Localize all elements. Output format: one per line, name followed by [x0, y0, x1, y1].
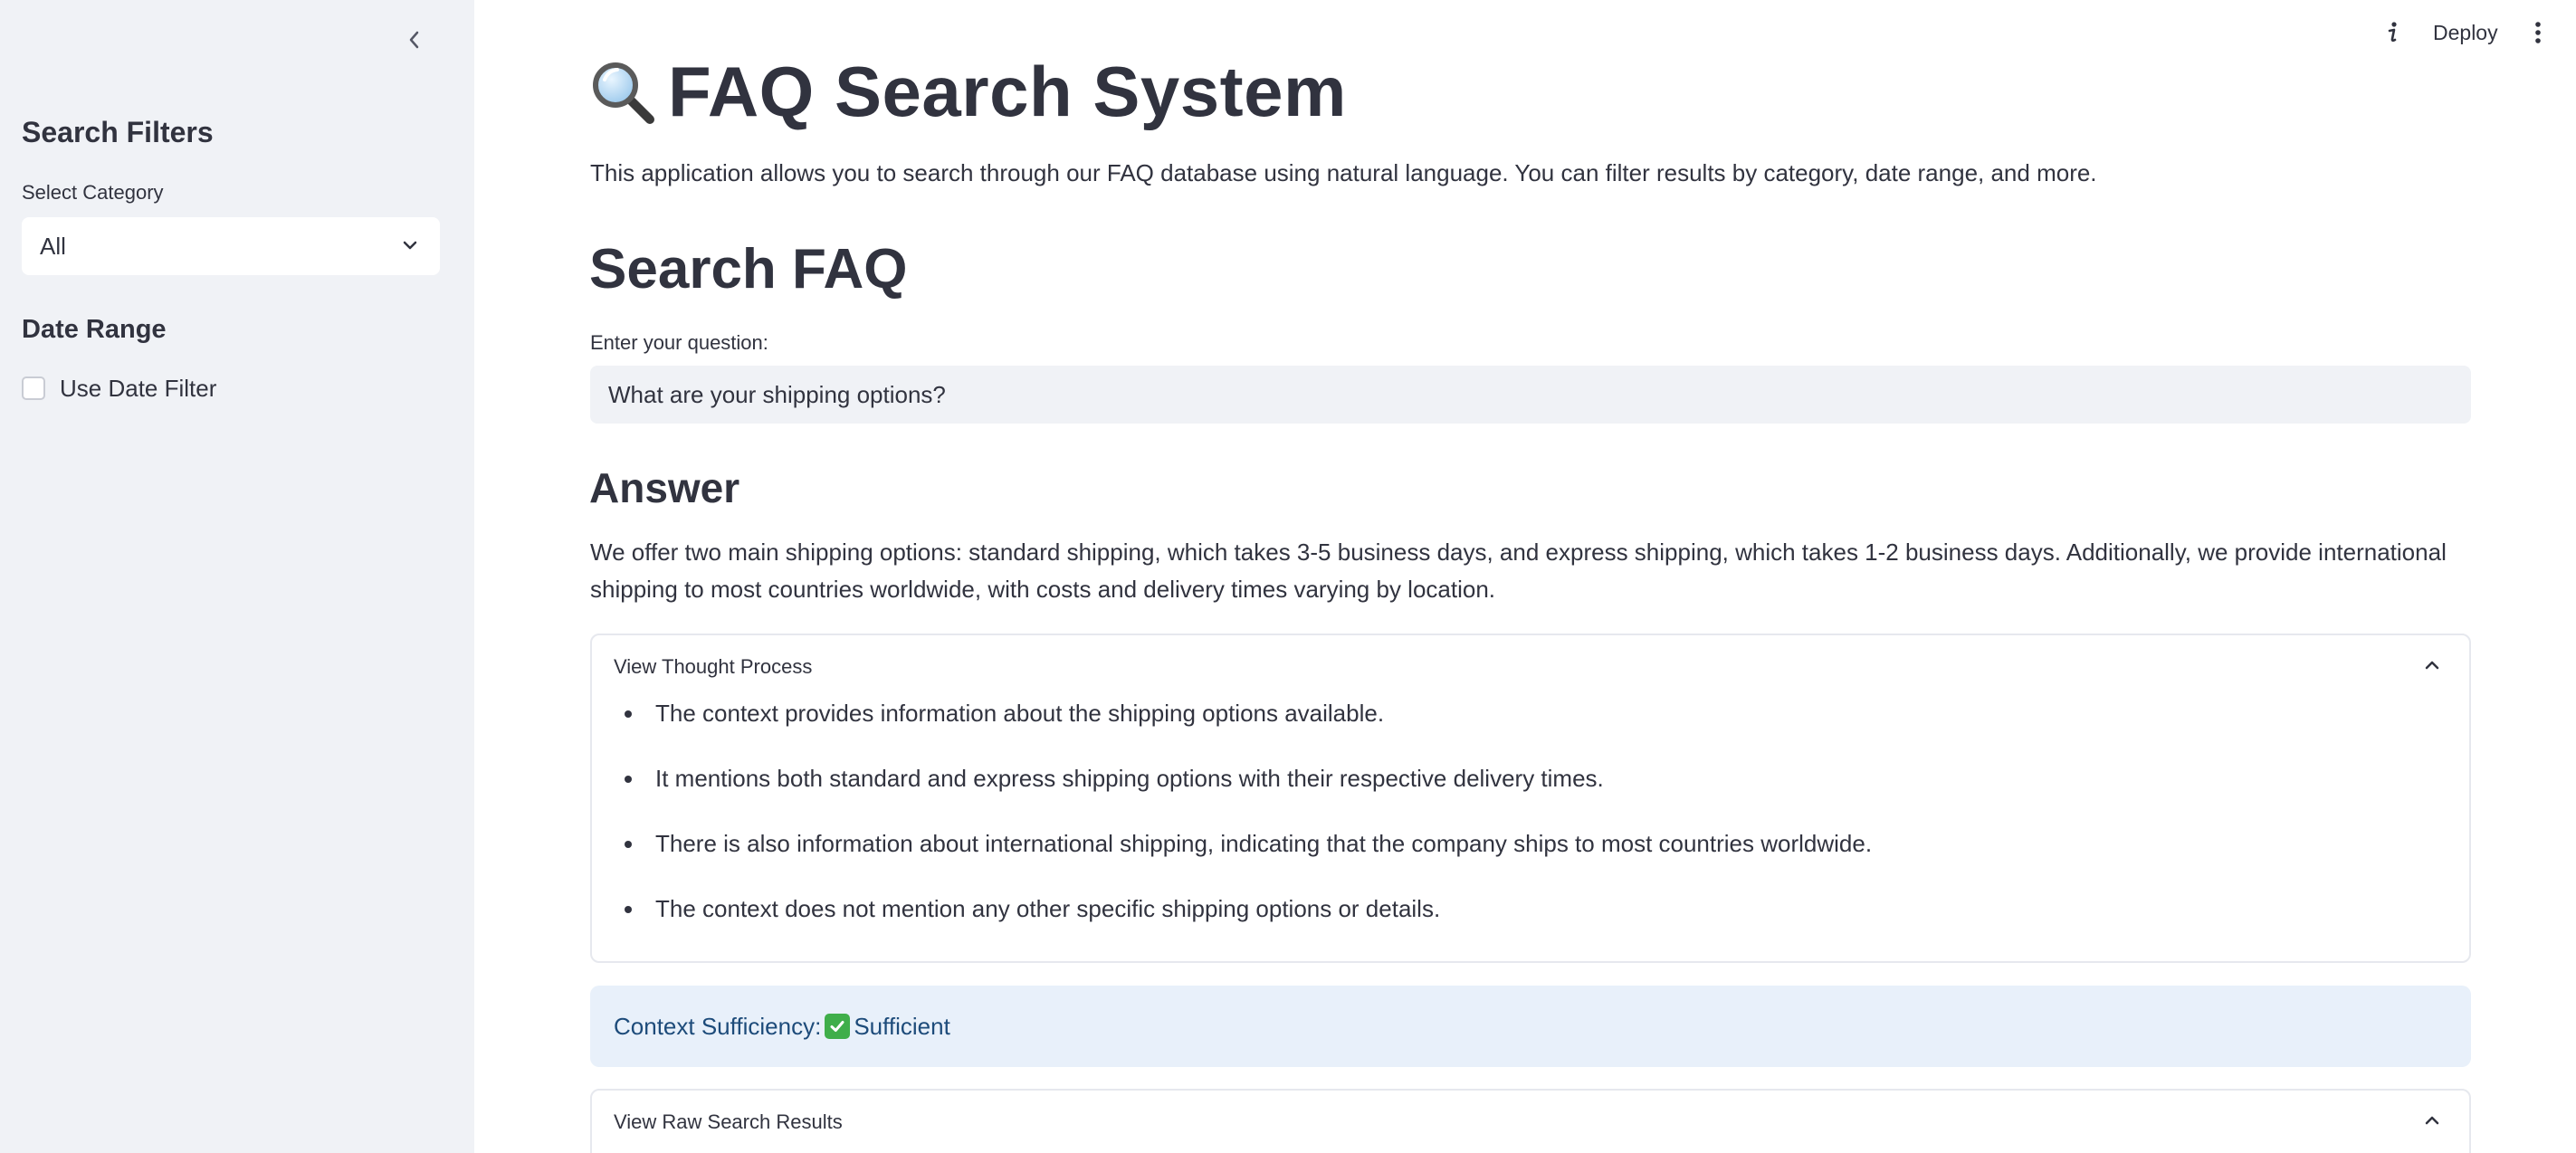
- search-heading: Search FAQ: [589, 238, 908, 300]
- thought-process-expander: View Thought Process The context provide…: [590, 634, 2471, 963]
- deploy-button[interactable]: Deploy: [2433, 16, 2498, 49]
- bullet: [625, 710, 632, 718]
- list-item: The context provides information about t…: [592, 697, 1872, 762]
- answer-text: We offer two main shipping options: stan…: [590, 538, 2447, 603]
- info-button[interactable]: [2377, 16, 2409, 49]
- thought-point: It mentions both standard and express sh…: [655, 765, 1604, 792]
- sufficiency-label: Context Sufficiency:: [614, 1012, 822, 1040]
- date-filter-checkbox[interactable]: [22, 376, 45, 400]
- page-title-text: FAQ Search System: [668, 52, 1347, 131]
- chevron-down-icon: [403, 241, 417, 250]
- date-filter-label: Use Date Filter: [60, 374, 217, 402]
- chevron-up-icon: [2425, 1116, 2439, 1125]
- list-item: It mentions both standard and express sh…: [592, 762, 1872, 827]
- question-input[interactable]: [590, 366, 2471, 424]
- date-filter-checkbox-row[interactable]: Use Date Filter: [22, 373, 216, 404]
- thought-point: The context provides information about t…: [655, 700, 1385, 727]
- list-item: There is also information about internat…: [592, 827, 1872, 892]
- category-selected-value: All: [40, 232, 66, 260]
- sidebar-title: Search Filters: [22, 116, 214, 148]
- intro-text: This application allows you to search th…: [590, 159, 2097, 186]
- info-icon: [2388, 22, 2397, 43]
- raw-results-expander: View Raw Search Results: [590, 1089, 2471, 1153]
- thought-process-expander-header[interactable]: View Thought Process: [592, 635, 2469, 699]
- bullet: [625, 776, 632, 783]
- chevron-left-icon: [409, 31, 419, 49]
- sidebar: Search Filters Select Category All Date …: [0, 0, 474, 1153]
- page-title: FAQ Search System: [588, 51, 1347, 133]
- date-range-title: Date Range: [22, 315, 167, 344]
- collapse-sidebar-button[interactable]: [398, 24, 431, 56]
- thought-point: The context does not mention any other s…: [655, 895, 1441, 922]
- main-menu-button[interactable]: [2525, 16, 2551, 49]
- category-label: Select Category: [22, 181, 164, 204]
- bullet: [625, 906, 632, 913]
- more-vert-icon: [2535, 22, 2541, 43]
- thought-process-list: The context provides information about t…: [592, 697, 1872, 958]
- magnifier-icon: [588, 58, 657, 127]
- bullet: [625, 841, 632, 848]
- context-sufficiency-alert: Context Sufficiency: Sufficient: [590, 986, 2471, 1067]
- answer-heading: Answer: [589, 464, 740, 511]
- app-root: Search Filters Select Category All Date …: [0, 0, 2576, 1153]
- chevron-up-icon: [2425, 661, 2439, 670]
- thought-point: There is also information about internat…: [655, 830, 1873, 857]
- category-select[interactable]: All: [22, 217, 440, 275]
- raw-results-expander-header[interactable]: View Raw Search Results: [592, 1091, 2469, 1153]
- thought-process-label: View Thought Process: [614, 655, 813, 678]
- check-icon: [825, 1014, 851, 1039]
- sufficiency-value: Sufficient: [854, 1012, 950, 1040]
- list-item: The context does not mention any other s…: [592, 892, 1872, 958]
- question-input-label: Enter your question:: [590, 331, 768, 354]
- raw-results-label: View Raw Search Results: [614, 1110, 843, 1133]
